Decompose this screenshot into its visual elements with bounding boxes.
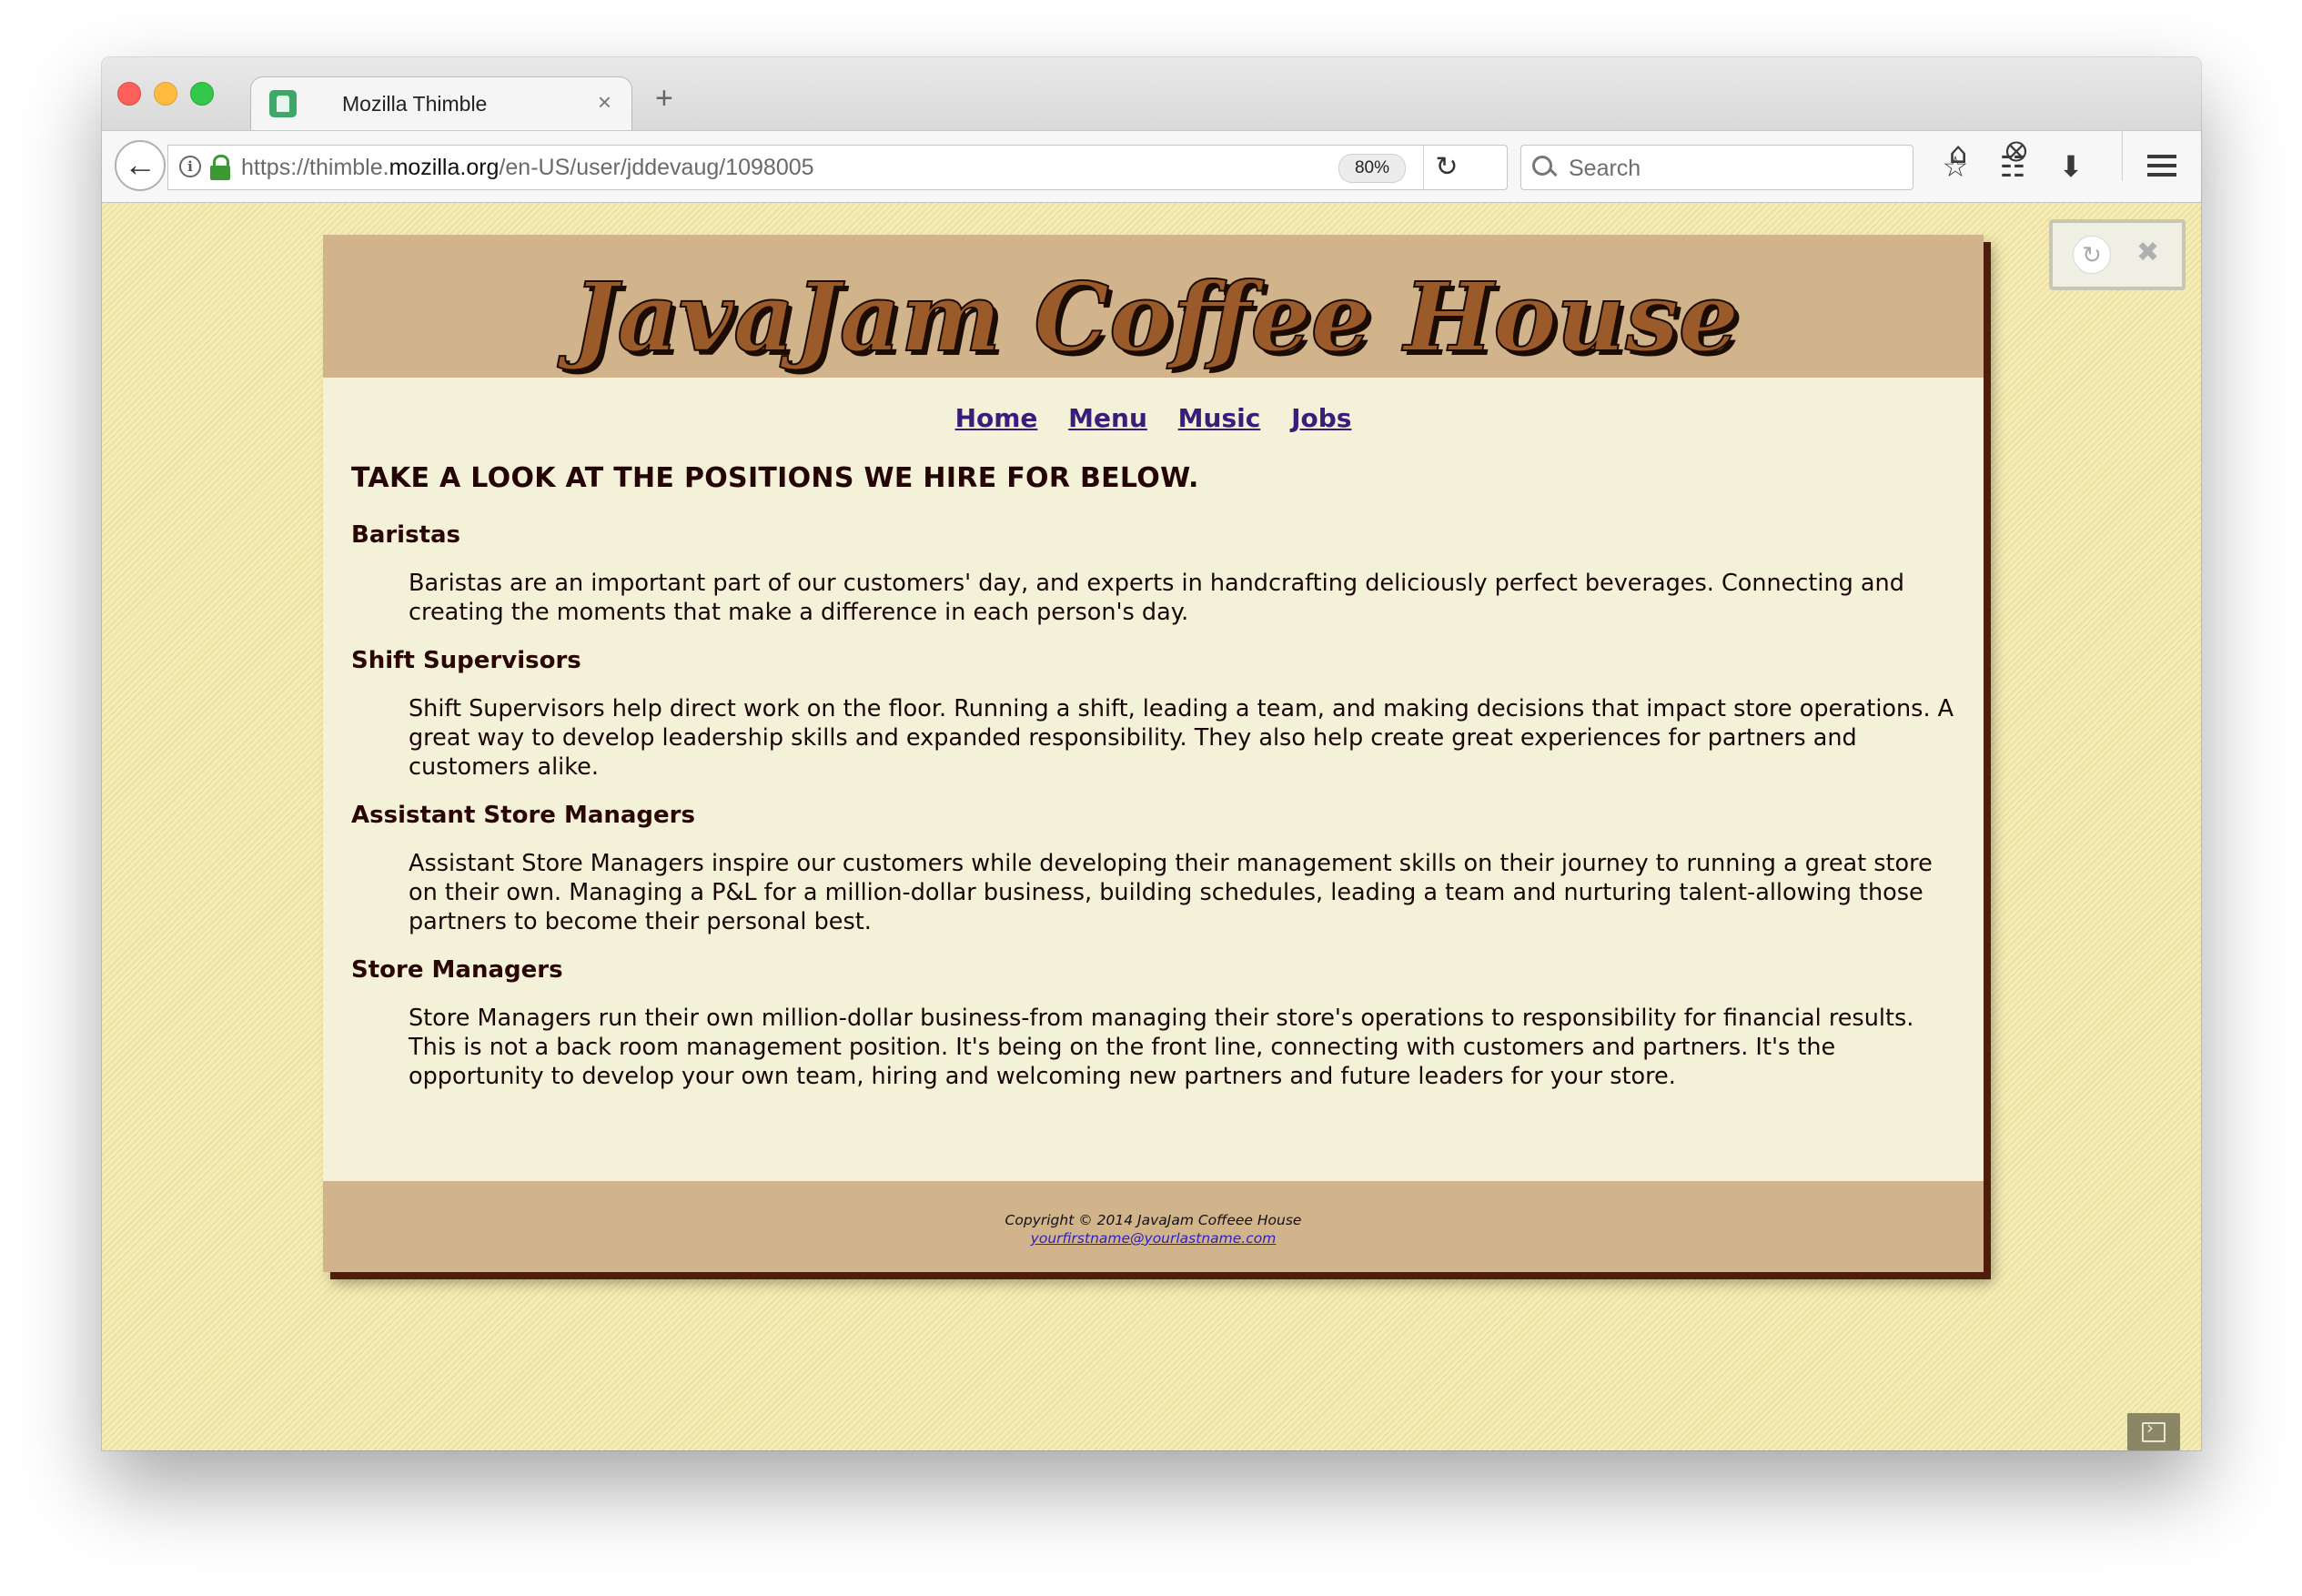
tab-title: Mozilla Thimble [342,92,488,116]
zoom-window-button[interactable] [190,82,214,106]
position-description: Store Managers run their own million-dol… [409,1005,1914,1090]
footer-email: yourfirstname@yourlastname.com [323,1230,1984,1247]
browser-tab[interactable]: Mozilla Thimble × [250,76,632,131]
preview-controls: ↻ ✖ [2049,219,2186,290]
nav-link-menu[interactable]: Menu [1068,403,1147,433]
site-footer: Copyright © 2014 JavaJam Coffeee House y… [323,1181,1984,1272]
address-bar[interactable]: i https://thimble.mozilla.org/en-US/user… [167,145,1508,190]
new-tab-button[interactable]: + [655,83,673,114]
site-nav: Home Menu Music Jobs [323,403,1984,433]
preview-refresh-icon[interactable]: ↻ [2073,236,2111,274]
back-button[interactable]: ← [115,140,166,191]
main-content: TAKE A LOOK AT THE POSITIONS WE HIRE FOR… [351,462,1962,1111]
home-icon[interactable]: ⌂ [1940,130,1976,176]
site-header: JavaJam Coffee House JavaJam Coffee Hous… [323,235,1984,378]
url-host: mozilla.org [389,155,500,180]
page-viewport: JavaJam Coffee House JavaJam Coffee Hous… [102,203,2201,1450]
url-text[interactable]: https://thimble.mozilla.org/en-US/user/j… [241,155,814,181]
search-placeholder: Search [1569,156,1641,181]
close-window-button[interactable] [117,82,141,106]
browser-window: Mozilla Thimble × + ← i https://thimble.… [102,57,2201,1450]
console-toggle-button[interactable] [2127,1413,2180,1450]
footer-email-link[interactable]: yourfirstname@yourlastname.com [1031,1230,1277,1247]
nav-link-jobs[interactable]: Jobs [1291,403,1351,433]
pocket-icon[interactable]: ⭙ [1998,130,2034,176]
toolbar-separator [2122,130,2123,181]
logo-text: JavaJam Coffee House [557,261,1739,373]
position-description: Shift Supervisors help direct work on th… [409,695,1954,781]
position-title: Store Managers [351,956,563,984]
navigation-toolbar: ← i https://thimble.mozilla.org/en-US/us… [102,130,2201,203]
position-description: Baristas are an important part of our cu… [409,570,1904,626]
nav-link-home[interactable]: Home [955,403,1038,433]
zoom-level-badge[interactable]: 80% [1338,154,1406,183]
hamburger-menu-icon[interactable] [2147,155,2176,177]
site-logo: JavaJam Coffee House JavaJam Coffee Hous… [556,260,1743,378]
tab-strip: Mozilla Thimble × + [102,57,2201,131]
javajam-page: JavaJam Coffee House JavaJam Coffee Hous… [323,235,1984,1272]
page-heading: TAKE A LOOK AT THE POSITIONS WE HIRE FOR… [351,462,1199,494]
lock-icon[interactable] [210,155,230,180]
collapse-preview-icon[interactable]: ✖ [2136,239,2159,267]
position-title: Assistant Store Managers [351,802,695,829]
minimize-window-button[interactable] [154,82,177,106]
search-input[interactable]: Search [1520,145,1913,190]
position-title: Baristas [351,521,461,549]
nav-link-music[interactable]: Music [1178,403,1261,433]
footer-copyright: Copyright © 2014 JavaJam Coffeee House [1005,1212,1302,1228]
search-icon [1532,156,1556,179]
close-tab-icon[interactable]: × [598,88,611,116]
download-icon[interactable]: ⬇ [2051,144,2091,189]
url-prefix: https://thimble. [241,155,389,180]
site-info-icon[interactable]: i [179,156,201,177]
position-title: Shift Supervisors [351,647,581,674]
position-description: Assistant Store Managers inspire our cus… [409,850,1933,935]
reload-icon[interactable]: ↻ [1423,146,1469,189]
thimble-favicon-icon [269,90,297,117]
url-path: /en-US/user/jddevaug/1098005 [499,155,814,180]
